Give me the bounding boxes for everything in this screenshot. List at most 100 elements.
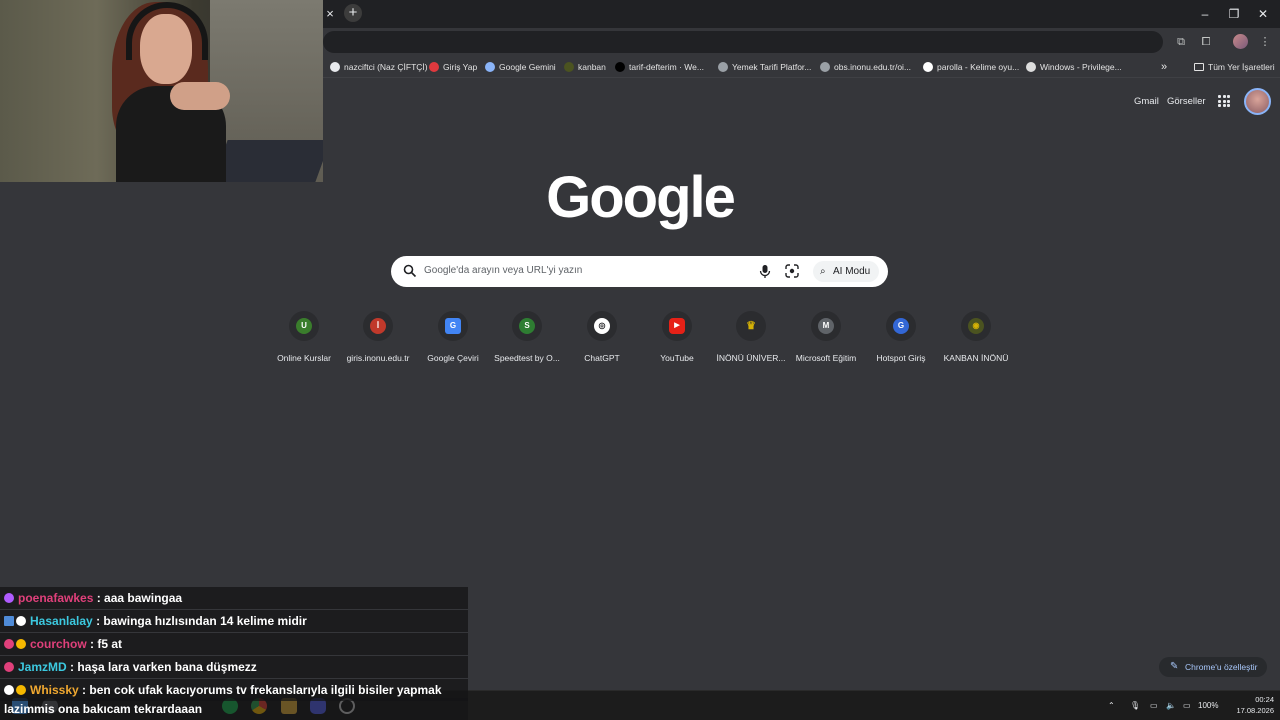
new-tab-button[interactable]: +	[344, 4, 362, 22]
customize-chrome-button[interactable]: ✎ Chrome'u özelleştir	[1159, 657, 1267, 677]
bookmark-item[interactable]: parolla - Kelime oyu...	[923, 60, 1019, 74]
shortcut-label: KANBAN İNÖNÜ	[943, 353, 1009, 363]
battery-percent: 100%	[1198, 701, 1219, 710]
gmail-link[interactable]: Gmail	[1134, 96, 1159, 107]
clock-date: 17.08.2026	[1236, 706, 1274, 715]
shortcut-tile[interactable]: S Speedtest by O...	[489, 311, 565, 367]
all-bookmarks-label: Tüm Yer İşaretleri	[1208, 62, 1275, 72]
globe-icon	[718, 62, 728, 72]
shortcut-icon-bg: ▶	[662, 311, 692, 341]
apps-grid-icon[interactable]	[1218, 95, 1230, 107]
screen: × + – ❐ ✕ ⧉ ⧠ ⋮ nazciftci (Naz ÇİFTÇİ) G…	[0, 0, 1280, 720]
shortcut-tile[interactable]: M Microsoft Eğitim	[788, 311, 864, 367]
images-link[interactable]: Görseller	[1167, 96, 1206, 107]
bookmark-label: Google Gemini	[499, 62, 556, 72]
login-icon	[429, 62, 439, 72]
close-window-button[interactable]: ✕	[1254, 5, 1272, 23]
bits-badge-icon	[16, 639, 26, 649]
google-translate-icon: G	[445, 318, 461, 334]
bookmark-label: kanban	[578, 62, 606, 72]
shortcut-label: giris.inonu.edu.tr	[346, 353, 410, 363]
chat-text: : f5 at	[90, 637, 123, 651]
shortcut-icon-bg: İ	[363, 311, 393, 341]
bookmark-item[interactable]: obs.inonu.edu.tr/oi...	[820, 60, 911, 74]
inonu-university-icon: ♛	[746, 320, 756, 332]
bookmark-item[interactable]: Giriş Yap	[429, 60, 477, 74]
battery-icon[interactable]: ▭	[1183, 700, 1191, 712]
bookmark-item[interactable]: Google Gemini	[485, 60, 556, 74]
account-avatar[interactable]	[1244, 88, 1271, 115]
bookmark-label: Yemek Tarifi Platfor...	[732, 62, 812, 72]
shortcut-icon-bg: M	[811, 311, 841, 341]
ai-mode-label: AI Modu	[833, 266, 871, 277]
network-icon[interactable]: ▭	[1150, 700, 1158, 712]
cast-icon[interactable]: ⧉	[1172, 33, 1190, 51]
pencil-icon: ✎	[1170, 661, 1179, 672]
system-clock[interactable]: 00:24 17.08.2026	[1224, 694, 1274, 716]
tab-close-icon[interactable]: ×	[322, 6, 338, 22]
shortcut-tile[interactable]: U Online Kurslar	[266, 311, 342, 367]
subscriber-badge-icon	[4, 593, 14, 603]
chat-username: courchow	[30, 637, 87, 651]
shortcut-tile[interactable]: ♛ İNÖNÜ ÜNİVER...	[713, 311, 789, 367]
shortcut-tile[interactable]: ◎ ChatGPT	[564, 311, 640, 367]
bookmark-label: Giriş Yap	[443, 62, 478, 72]
vercel-icon	[615, 62, 625, 72]
clock-time: 00:24	[1255, 695, 1274, 704]
microphone-tray-icon[interactable]: 🎙	[1130, 700, 1140, 712]
volume-icon[interactable]: 🔈	[1166, 700, 1176, 712]
chat-text: : bawinga hızlısından 14 kelime midir	[96, 614, 307, 628]
shortcut-tile[interactable]: G Hotspot Giriş	[863, 311, 939, 367]
bookmark-item[interactable]: nazciftci (Naz ÇİFTÇİ)	[330, 60, 428, 74]
shortcut-label: Online Kurslar	[277, 353, 331, 363]
bookmarks-overflow-button[interactable]: »	[1161, 60, 1167, 74]
bookmark-item[interactable]: Windows - Privilege...	[1026, 60, 1122, 74]
online-kurslar-icon: U	[296, 318, 312, 334]
folder-icon	[1194, 63, 1204, 71]
maximize-button[interactable]: ❐	[1225, 5, 1243, 23]
shortcut-icon-bg: U	[289, 311, 319, 341]
address-bar[interactable]	[323, 31, 1163, 53]
tray-overflow-icon[interactable]: ⌃	[1108, 700, 1115, 712]
shortcut-icon-bg: S	[512, 311, 542, 341]
shortcut-label: ChatGPT	[584, 353, 620, 363]
chat-message: courchow : f5 at	[0, 633, 468, 655]
bookmark-label: Windows - Privilege...	[1040, 62, 1122, 72]
github-icon	[330, 62, 340, 72]
all-bookmarks-button[interactable]: Tüm Yer İşaretleri	[1194, 60, 1275, 74]
google-lens-icon[interactable]	[785, 264, 799, 278]
windows-icon	[1026, 62, 1036, 72]
bookmark-label: obs.inonu.edu.tr/oi...	[834, 62, 912, 72]
chat-text: : aaa bawingaa	[96, 591, 183, 605]
bookmark-item[interactable]: kanban	[564, 60, 606, 74]
vip-badge-icon	[4, 685, 14, 695]
bits-badge-icon	[16, 685, 26, 695]
google-logo: Google	[546, 165, 736, 230]
chat-username: Whissky	[30, 683, 79, 697]
chat-message-continuation: lazimmis ona bakıcam tekrardaaan	[0, 698, 468, 720]
menu-icon[interactable]: ⋮	[1256, 33, 1274, 51]
webcam-desk	[212, 140, 323, 182]
shortcut-icon-bg: G	[438, 311, 468, 341]
stream-chat-overlay: poenafawkes : aaa bawingaa Hasanlalay : …	[0, 587, 468, 720]
microsoft-education-icon: M	[818, 318, 834, 334]
kanban-inonu-icon: ◉	[968, 318, 984, 334]
search-input[interactable]: Google'da arayın veya URL'yi yazın	[424, 265, 582, 276]
shortcut-tile[interactable]: ▶ YouTube	[639, 311, 715, 367]
shortcut-icon-bg: ♛	[736, 311, 766, 341]
speedtest-icon: S	[519, 318, 535, 334]
inonu-giris-icon: İ	[370, 318, 386, 334]
shortcut-tile[interactable]: G Google Çeviri	[415, 311, 491, 367]
shortcut-tile[interactable]: İgiris.inonu.edu.tr	[340, 311, 416, 367]
minimize-button[interactable]: –	[1196, 5, 1214, 23]
search-box[interactable]: Google'da arayın veya URL'yi yazın ⌕ AI …	[391, 256, 888, 287]
profile-icon[interactable]	[1233, 34, 1248, 49]
extensions-icon[interactable]: ⧠	[1197, 33, 1215, 51]
vip-badge-icon	[16, 616, 26, 626]
bookmark-item[interactable]: Yemek Tarifi Platfor...	[718, 60, 811, 74]
ai-mode-button[interactable]: ⌕ AI Modu	[813, 261, 879, 282]
shortcut-label: Hotspot Giriş	[876, 353, 926, 363]
bookmark-item[interactable]: tarif-defterim · We...	[615, 60, 704, 74]
microphone-icon[interactable]	[758, 264, 772, 279]
shortcut-tile[interactable]: ◉ KANBAN İNÖNÜ	[938, 311, 1014, 367]
